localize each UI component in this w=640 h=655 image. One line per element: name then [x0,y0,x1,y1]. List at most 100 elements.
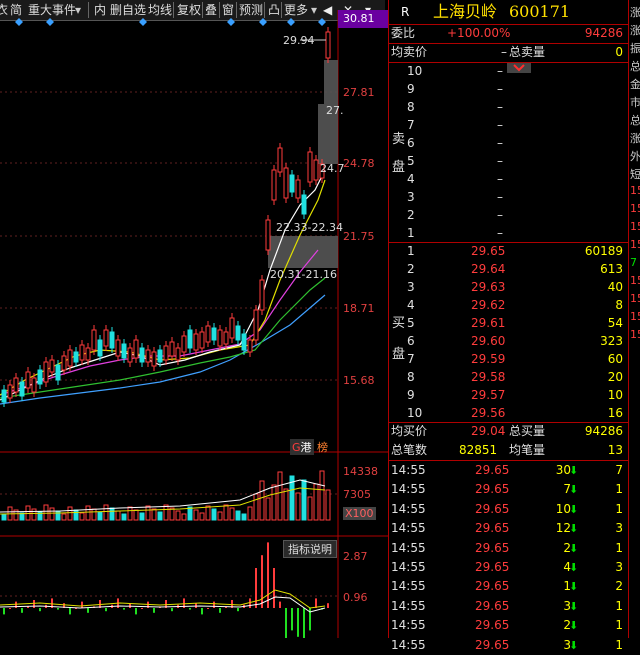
level-number: 2 [407,262,415,276]
quote-header: R 上海贝岭 600171 [389,0,629,24]
indicator-bar [141,608,143,609]
level-quantity: 60 [607,352,623,366]
edge-char: 15 [630,220,640,233]
tick-price: 29.65 [475,501,510,516]
tick-time: 14:55 [391,501,426,516]
volume-bar [247,506,253,521]
sell-level-row: 7– [389,116,629,135]
level-number: 4 [407,172,415,186]
candle-body [157,349,163,363]
candle-body [223,331,229,345]
candle-body [199,331,205,349]
volume-bar [91,508,97,521]
candle-body [265,219,271,251]
tick-price: 29.65 [475,482,510,497]
down-arrow-icon: ⬇ [569,561,579,574]
indicator-bar [207,608,209,609]
buy-level-row: 9 29.57 10 [389,386,629,405]
candle-body [121,343,127,359]
candle-body [217,329,223,347]
tick-count: 1 [615,598,623,613]
candle-body [301,194,307,215]
volume-bar [277,471,283,521]
level-number: 5 [407,316,415,330]
level-number: 10 [407,406,423,420]
edge-char: 15 [630,238,640,251]
ranking-badge[interactable]: 榜 [317,439,328,455]
indicator-bar [105,608,107,612]
volume-bar [49,507,55,521]
sell-level-row: 5– [389,152,629,171]
hk-badge[interactable]: G港 [290,439,314,455]
level-number: 4 [407,298,415,312]
candle-body [67,349,73,367]
tick-row: 14:55 29.65 2 ⬇ 1 [389,616,629,635]
candle-body [283,167,289,199]
level-number: 5 [407,154,415,168]
level-price: – [497,82,503,96]
candle-body [205,325,211,343]
candle-body [151,351,157,367]
tick-time: 14:55 [391,618,426,633]
level-price: 29.62 [471,298,506,312]
volume-bar [265,497,271,521]
tick-row: 14:55 29.65 2 ⬇ 1 [389,539,629,558]
tick-time: 14:55 [391,560,426,574]
candle-body [73,351,79,363]
candle-body [103,329,109,347]
candle-body [211,327,217,341]
edge-char: 涨 [630,6,640,19]
volume-bar [325,489,331,521]
edge-char: 15 [630,274,640,287]
candle-body [13,377,19,393]
indicator-bar [297,608,299,637]
candlesticks [1,27,331,407]
candle-body [49,359,55,373]
volume-bar [199,512,205,521]
volume-bar [151,508,157,521]
level-number: 10 [407,64,423,78]
candle-body [271,169,277,201]
edge-char: 15 [630,292,640,305]
event-markers [15,18,326,26]
level-number: 1 [407,226,415,240]
candle-body [325,31,331,59]
avg-buy-row: 均买价 29.04 总买量 94286 [389,422,629,441]
tick-count: 1 [615,501,623,516]
level-number: 9 [407,388,415,402]
level-number: 6 [407,334,415,348]
volume-label: 7305 [343,488,371,501]
tick-price: 29.65 [475,598,510,613]
down-arrow-icon: ⬇ [569,483,579,497]
total-sell-value: 0 [615,45,623,59]
price-label: 18.71 [343,302,375,315]
volume-bar [235,510,241,521]
tick-row: 14:55 29.65 3 ⬇ 1 [389,636,629,655]
buy-level-row: 1 29.65 60189 [389,242,629,261]
price-label-top: 30.81 [343,12,375,25]
gap-box [268,236,338,268]
gap-range-annotation: 20.31-21.16 [270,268,337,281]
tick-row: 14:55 29.65 30 ⬇ 7 [389,461,629,480]
level-number: 7 [407,352,415,366]
candle-body [169,341,175,357]
indicator-bar [219,608,221,613]
indicator-help-button[interactable]: 指标说明 [283,540,337,558]
tick-row: 14:55 29.65 10 ⬇ 1 [389,500,629,519]
down-arrow-icon: ⬇ [569,599,579,613]
volume-bar [301,479,307,521]
candle-body [55,364,61,381]
volume-bar [43,504,49,521]
indicator-bar [267,542,269,608]
level-number: 9 [407,82,415,96]
candle-body [241,333,247,351]
candle-body [253,309,259,341]
candle-body [1,389,7,403]
down-arrow-icon: ⬇ [569,580,579,594]
volume-bar [223,504,229,521]
indicator-bar [261,555,263,608]
sell-level-row: 1– [389,224,629,243]
down-arrow-icon: ⬇ [569,464,579,477]
indicator-bar [3,608,5,615]
weibi-row: 委比 +100.00% 94286 [389,24,629,43]
